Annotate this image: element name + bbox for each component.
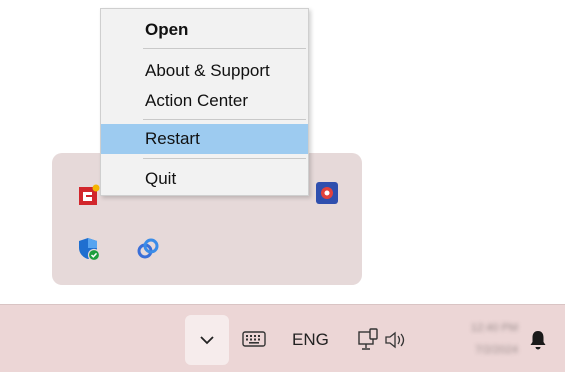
menu-item-label: About & Support [145, 61, 270, 80]
menu-separator [143, 158, 306, 159]
network-icon [358, 328, 378, 350]
app-logo-icon[interactable] [76, 182, 102, 208]
link-sync-icon[interactable] [135, 236, 161, 262]
gear-app-icon[interactable] [314, 180, 340, 206]
menu-item-quit[interactable]: Quit [101, 164, 308, 194]
volume-icon [385, 331, 405, 349]
menu-item-about-support[interactable]: About & Support [101, 56, 308, 86]
notifications-button[interactable] [526, 327, 550, 353]
menu-item-label: Action Center [145, 91, 248, 110]
clock[interactable]: 12:40 PM 7/2/2024 [438, 317, 518, 363]
keyboard-icon [242, 331, 266, 347]
clock-date: 7/2/2024 [475, 344, 518, 356]
menu-item-label: Open [145, 20, 189, 39]
menu-separator [143, 48, 306, 49]
menu-item-restart[interactable]: Restart [101, 124, 308, 154]
bell-icon [530, 331, 546, 350]
input-language-indicator[interactable]: ENG [292, 330, 329, 350]
network-volume-button[interactable] [352, 327, 414, 353]
chevron-down-icon [200, 336, 214, 345]
menu-separator [143, 119, 306, 120]
menu-item-label: Quit [145, 169, 177, 188]
menu-item-open[interactable]: Open [101, 15, 308, 45]
tray-context-menu: Open About & Support Action Center Resta… [100, 8, 309, 196]
menu-item-action-center[interactable]: Action Center [101, 86, 308, 116]
touch-keyboard-button[interactable] [240, 329, 268, 349]
windows-security-icon[interactable] [76, 236, 102, 262]
clock-time: 12:40 PM [470, 322, 518, 334]
taskbar: ENG 12:40 PM 7/2/2024 [0, 304, 565, 372]
show-hidden-icons-button[interactable] [185, 315, 229, 365]
menu-item-label: Restart [145, 129, 200, 148]
